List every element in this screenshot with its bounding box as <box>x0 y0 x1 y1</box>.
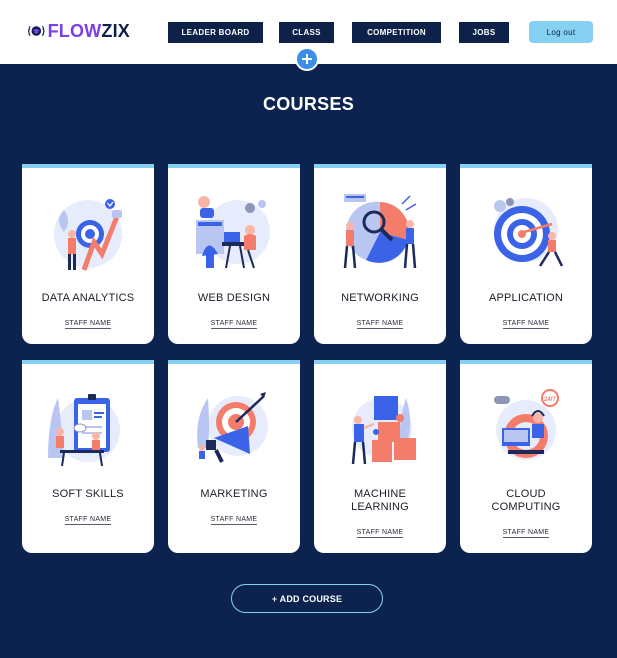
graduation-cap-logo-icon <box>28 25 45 37</box>
marketing-illustration-icon <box>197 392 268 463</box>
brand-logo[interactable]: FLOWZIX <box>26 16 130 46</box>
course-card-cloud-computing[interactable]: 24/7 CLOUD COMPUTING STAFF NAME <box>460 360 592 553</box>
svg-text:24/7: 24/7 <box>544 397 556 403</box>
staff-name-link[interactable]: STAFF NAME <box>314 320 446 329</box>
course-card-web-design[interactable]: WEB DESIGN STAFF NAME <box>168 164 300 344</box>
course-card-machine-learning[interactable]: MACHINE LEARNING STAFF NAME <box>314 360 446 553</box>
data-analytics-illustration-icon <box>54 199 122 271</box>
staff-name-link[interactable]: STAFF NAME <box>314 529 446 538</box>
cloud-computing-illustration-icon: 24/7 <box>494 389 559 460</box>
nav-leaderboard-button[interactable]: LEADER BOARD <box>168 22 263 43</box>
course-title: MARKETING <box>200 488 268 500</box>
course-card-data-analytics[interactable]: DATA ANALYTICS STAFF NAME <box>22 164 154 344</box>
plus-icon <box>302 54 312 64</box>
nav-class-button[interactable]: CLASS <box>279 22 334 43</box>
application-illustration-icon <box>494 198 564 267</box>
course-title: NETWORKING <box>341 292 419 304</box>
course-card-soft-skills[interactable]: SOFT SKILLS STAFF NAME <box>22 360 154 553</box>
staff-name-link[interactable]: STAFF NAME <box>460 320 592 329</box>
course-card-networking[interactable]: NETWORKING STAFF NAME <box>314 164 446 344</box>
add-course-button[interactable]: + ADD COURSE <box>231 584 383 613</box>
top-header: FLOWZIX LEADER BOARD CLASS COMPETITION J… <box>0 0 617 71</box>
add-plus-button[interactable] <box>295 47 319 71</box>
brand-name-part2: ZIX <box>101 20 130 41</box>
nav-competition-button[interactable]: COMPETITION <box>352 22 441 43</box>
course-title: WEB DESIGN <box>197 292 271 304</box>
course-title: APPLICATION <box>488 292 564 304</box>
course-title: CLOUD COMPUTING <box>491 488 561 513</box>
page-title: COURSES <box>262 94 355 114</box>
nav-jobs-button[interactable]: JOBS <box>459 22 509 43</box>
soft-skills-illustration-icon <box>48 394 120 467</box>
course-card-marketing[interactable]: MARKETING STAFF NAME <box>168 360 300 553</box>
course-card-application[interactable]: APPLICATION STAFF NAME <box>460 164 592 344</box>
course-title: MACHINE LEARNING <box>351 488 409 513</box>
staff-name-link[interactable]: STAFF NAME <box>22 516 154 525</box>
course-title: DATA ANALYTICS <box>41 292 135 304</box>
brand-name-part1: FLOW <box>47 20 102 41</box>
logout-button[interactable]: Log out <box>529 21 593 43</box>
staff-name-link[interactable]: STAFF NAME <box>168 516 300 525</box>
course-title: SOFT SKILLS <box>52 488 124 500</box>
staff-name-link[interactable]: STAFF NAME <box>460 529 592 538</box>
networking-illustration-icon <box>343 194 417 269</box>
web-design-illustration-icon <box>196 196 270 269</box>
staff-name-link[interactable]: STAFF NAME <box>22 320 154 329</box>
machine-learning-illustration-icon <box>351 396 416 465</box>
staff-name-link[interactable]: STAFF NAME <box>168 320 300 329</box>
